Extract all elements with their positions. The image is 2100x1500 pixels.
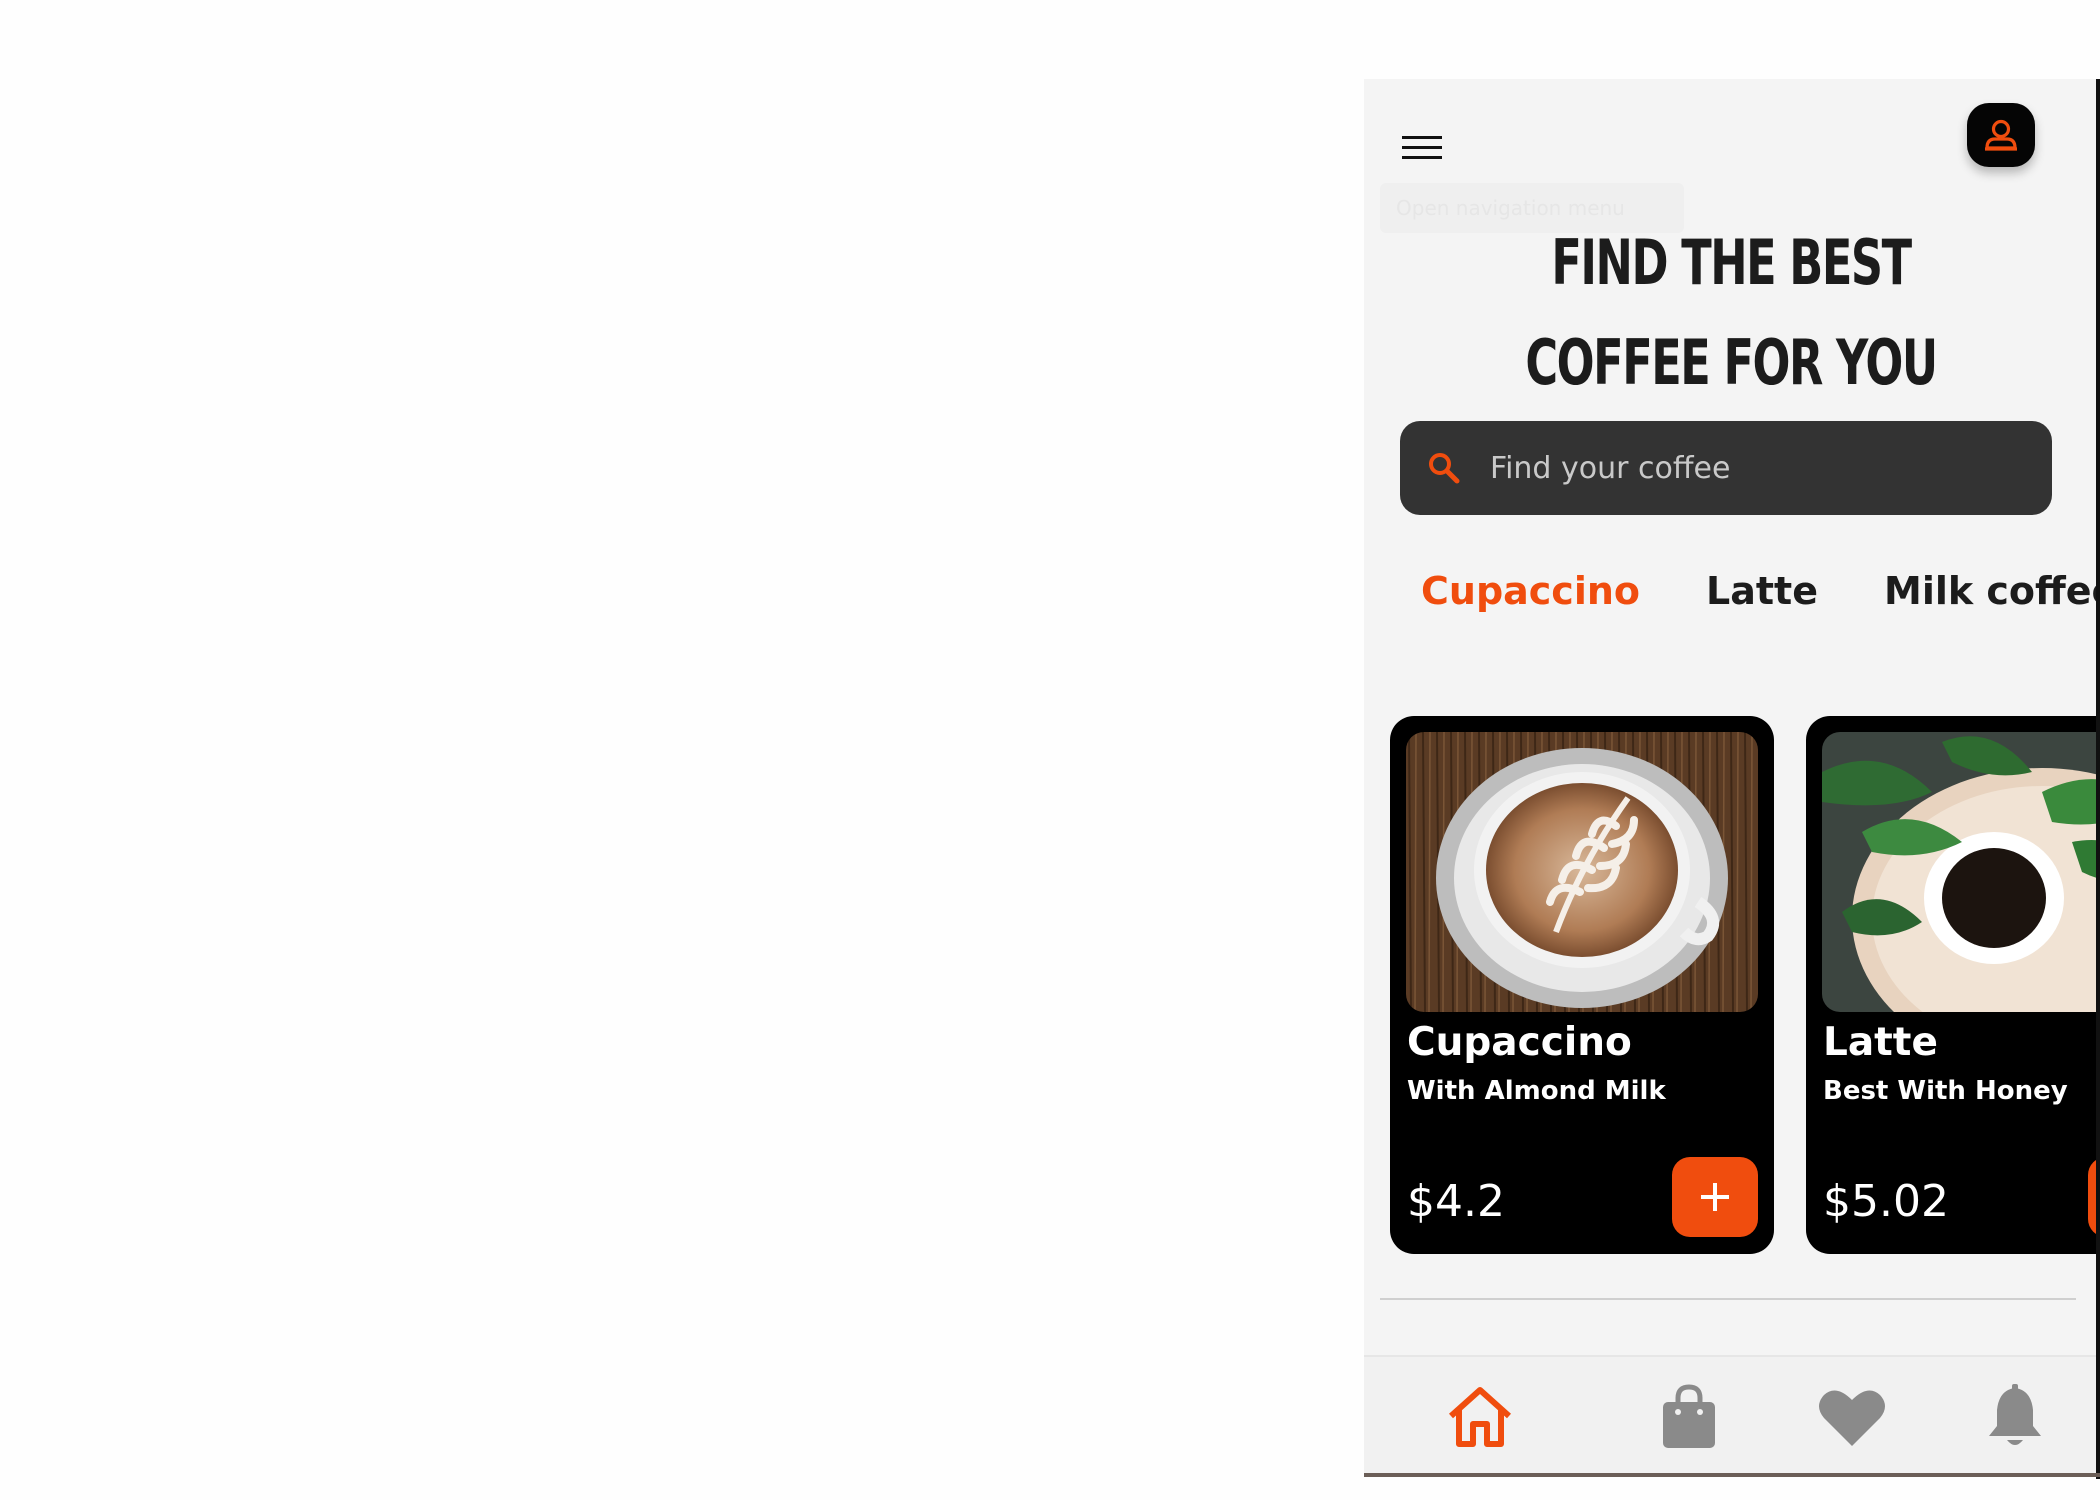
window-edge bbox=[1364, 1473, 2100, 1477]
product-image-cupaccino bbox=[1406, 732, 1758, 1012]
hamburger-menu-icon bbox=[1402, 135, 1442, 139]
nav-notifications[interactable] bbox=[1975, 1377, 2055, 1457]
nav-home[interactable] bbox=[1440, 1377, 1520, 1457]
window-edge bbox=[2096, 79, 2100, 1479]
home-icon bbox=[1448, 1387, 1512, 1447]
page-title-line-2: coffee for you bbox=[1525, 326, 1938, 399]
search-icon bbox=[1429, 453, 1460, 484]
bell-icon bbox=[1989, 1384, 2041, 1445]
hamburger-line bbox=[1402, 145, 1442, 149]
add-to-cart-button[interactable] bbox=[1672, 1157, 1758, 1237]
search-input[interactable] bbox=[1488, 449, 1992, 487]
menu-button[interactable] bbox=[1396, 121, 1448, 173]
product-card-latte[interactable]: Latte Best With Honey $5.02 bbox=[1806, 716, 2098, 1254]
product-card-cupaccino[interactable]: Cupaccino With Almond Milk $4.2 bbox=[1390, 716, 1774, 1254]
tab-milk-coffee[interactable]: Milk coffee bbox=[1884, 569, 2098, 613]
product-name: Latte bbox=[1823, 1020, 1938, 1065]
app-screen: Open navigation menu Find the best coffe… bbox=[1364, 79, 2098, 1475]
plus-icon bbox=[1701, 1183, 1729, 1211]
nav-cart[interactable] bbox=[1649, 1377, 1729, 1457]
heart-icon bbox=[1819, 1390, 1885, 1446]
product-name: Cupaccino bbox=[1407, 1020, 1632, 1065]
profile-button[interactable] bbox=[1967, 103, 2035, 167]
product-price: $4.2 bbox=[1407, 1176, 1505, 1227]
tab-latte[interactable]: Latte bbox=[1706, 569, 1818, 613]
product-subtitle: With Almond Milk bbox=[1407, 1076, 1666, 1106]
product-price: $5.02 bbox=[1823, 1176, 1949, 1227]
search-bar[interactable] bbox=[1400, 421, 2052, 515]
nav-favorites[interactable] bbox=[1812, 1377, 1892, 1457]
tab-cupaccino[interactable]: Cupaccino bbox=[1421, 569, 1640, 613]
page-title: Find the best coffee for you bbox=[1467, 213, 1995, 413]
product-subtitle: Best With Honey bbox=[1823, 1076, 2068, 1106]
section-divider bbox=[1380, 1298, 2076, 1300]
product-image-latte bbox=[1822, 732, 2098, 1012]
shopping-bag-icon bbox=[1663, 1384, 1715, 1448]
user-profile-icon bbox=[1985, 119, 2017, 151]
hamburger-line bbox=[1402, 155, 1442, 159]
page-title-line-1: Find the best bbox=[1551, 226, 1912, 299]
category-tabs: Cupaccino Latte Milk coffee bbox=[1421, 569, 2098, 613]
bottom-navigation bbox=[1364, 1355, 2098, 1475]
